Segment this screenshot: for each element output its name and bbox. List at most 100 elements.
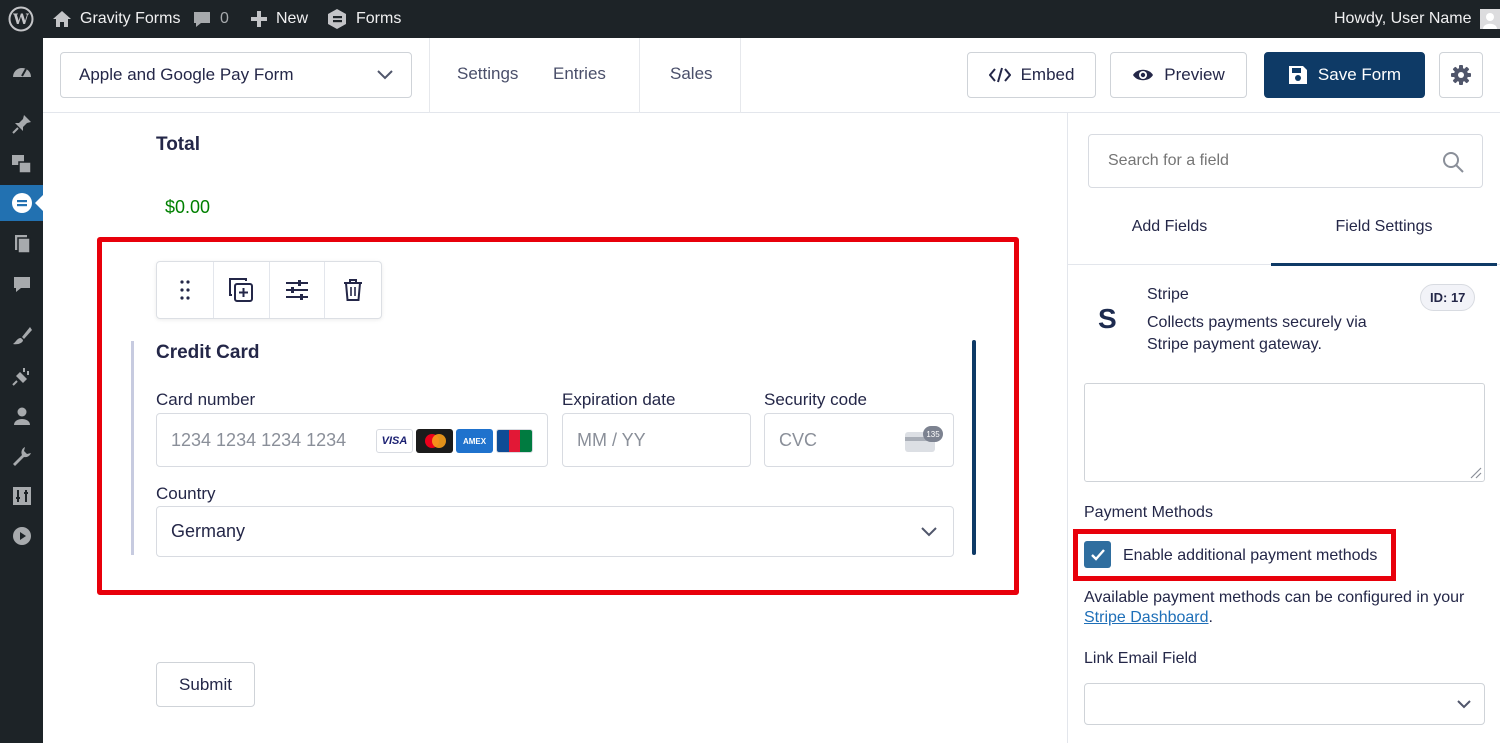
forms-link[interactable]: Forms xyxy=(326,0,401,38)
comments-count: 0 xyxy=(220,10,229,27)
menu-posts[interactable] xyxy=(0,106,43,142)
toolbar-divider xyxy=(740,38,741,113)
field-left-indicator xyxy=(131,341,134,555)
code-icon xyxy=(988,67,1011,83)
submit-button[interactable]: Submit xyxy=(156,662,255,707)
site-name: Gravity Forms xyxy=(80,10,181,27)
resize-handle-icon xyxy=(1470,467,1482,479)
forms-label: Forms xyxy=(356,10,402,27)
embed-button[interactable]: Embed xyxy=(967,52,1096,98)
field-search[interactable] xyxy=(1088,134,1483,188)
drag-handle-icon[interactable] xyxy=(157,262,214,318)
tab-add-fields[interactable]: Add Fields xyxy=(1068,218,1271,265)
card-number-placeholder: 1234 1234 1234 1234 xyxy=(171,429,347,450)
cvc-card-icon: 135 xyxy=(905,426,943,452)
trash-icon[interactable] xyxy=(325,262,381,318)
editor-settings-button[interactable] xyxy=(1439,52,1483,98)
sliders-icon xyxy=(12,487,31,505)
menu-comments[interactable] xyxy=(0,266,43,302)
menu-settings[interactable] xyxy=(0,478,43,514)
toolbar-divider xyxy=(429,38,430,113)
enable-payment-methods-checkbox[interactable] xyxy=(1084,541,1111,568)
home-icon xyxy=(53,11,71,27)
menu-media[interactable] xyxy=(0,146,43,182)
eye-icon xyxy=(1133,69,1154,81)
menu-pages[interactable] xyxy=(0,226,43,262)
expiration-label: Expiration date xyxy=(562,390,676,409)
search-input[interactable] xyxy=(1089,135,1429,187)
new-content-link[interactable]: New xyxy=(250,0,308,38)
gravity-forms-icon xyxy=(328,9,346,29)
expiration-input[interactable]: MM / YY xyxy=(562,413,751,467)
site-name-link[interactable]: Gravity Forms xyxy=(52,0,180,38)
admin-bar: W Gravity Forms 0 New Forms Howdy, User … xyxy=(0,0,1500,38)
preview-button[interactable]: Preview xyxy=(1110,52,1247,98)
help-link-row: Stripe Dashboard. xyxy=(1084,609,1213,627)
comments-link[interactable]: 0 xyxy=(192,0,229,38)
greeting: Howdy, User Name xyxy=(1334,10,1472,27)
menu-plugins[interactable] xyxy=(0,358,43,394)
editor-sidebar: Add Fields Field Settings S Stripe Colle… xyxy=(1067,113,1500,743)
save-form-button[interactable]: Save Form xyxy=(1264,52,1425,98)
jcb-logo-icon xyxy=(496,429,533,453)
account-menu[interactable]: Howdy, User Name xyxy=(1334,0,1500,38)
wordpress-logo-icon[interactable]: W xyxy=(8,0,34,38)
help-suffix: . xyxy=(1208,609,1213,626)
security-code-label: Security code xyxy=(764,390,867,409)
stripe-dashboard-link[interactable]: Stripe Dashboard xyxy=(1084,609,1209,626)
comment-icon xyxy=(194,12,210,27)
link-email-select[interactable] xyxy=(1084,683,1485,725)
enable-payment-methods-label[interactable]: Enable additional payment methods xyxy=(1123,547,1377,565)
gravity-forms-icon xyxy=(11,193,32,213)
menu-appearance[interactable] xyxy=(0,318,43,354)
preview-label: Preview xyxy=(1164,65,1225,84)
comment-icon xyxy=(13,277,30,292)
form-canvas: Total $0.00 Credit Card Card number Expi… xyxy=(43,113,1067,743)
field-actions xyxy=(156,261,382,319)
card-number-label: Card number xyxy=(156,390,256,409)
menu-forms[interactable] xyxy=(0,185,43,221)
stripe-logo-icon: S xyxy=(1098,303,1117,334)
total-value: $0.00 xyxy=(165,197,211,217)
plus-icon xyxy=(251,11,267,27)
wrench-icon xyxy=(12,447,31,466)
menu-tools[interactable] xyxy=(0,438,43,474)
dashboard-icon xyxy=(12,68,31,77)
save-icon xyxy=(1288,66,1307,84)
gear-icon xyxy=(1451,65,1471,85)
duplicate-icon[interactable] xyxy=(214,262,270,318)
menu-collapse[interactable] xyxy=(0,518,43,554)
media-icon xyxy=(11,155,32,174)
country-select[interactable]: Germany xyxy=(156,506,954,557)
visa-logo-icon: VISA xyxy=(376,429,413,453)
tab-field-settings[interactable]: Field Settings xyxy=(1271,218,1497,265)
country-label: Country xyxy=(156,484,216,503)
avatar xyxy=(1479,9,1500,29)
search-icon xyxy=(1443,152,1464,173)
payment-methods-label: Payment Methods xyxy=(1084,504,1213,521)
field-description-line2: Stripe payment gateway. xyxy=(1147,336,1322,353)
new-label: New xyxy=(276,10,309,27)
form-name: Apple and Google Pay Form xyxy=(79,65,294,84)
brush-icon xyxy=(12,327,32,345)
field-description-textarea[interactable] xyxy=(1084,383,1485,482)
menu-users[interactable] xyxy=(0,398,43,434)
field-settings-icon[interactable] xyxy=(270,262,326,318)
field-type-name: Stripe xyxy=(1147,286,1189,303)
active-tab-indicator xyxy=(1271,263,1497,266)
form-switcher[interactable]: Apple and Google Pay Form xyxy=(60,52,412,98)
country-value: Germany xyxy=(171,521,246,541)
embed-label: Embed xyxy=(1020,65,1075,84)
card-number-input[interactable]: 1234 1234 1234 1234 VISA AMEX xyxy=(156,413,548,467)
security-code-placeholder: CVC xyxy=(779,429,818,450)
field-id-badge: ID: 17 xyxy=(1420,284,1476,311)
security-code-input[interactable]: CVC 135 xyxy=(764,413,954,467)
field-description-line1: Collects payments securely via xyxy=(1147,314,1367,331)
chevron-down-icon xyxy=(1457,700,1471,709)
menu-dashboard[interactable] xyxy=(0,54,43,90)
tab-settings[interactable]: Settings xyxy=(457,64,518,84)
tab-entries[interactable]: Entries xyxy=(553,64,606,84)
tab-sales[interactable]: Sales xyxy=(670,64,713,84)
amex-logo-icon: AMEX xyxy=(456,429,493,453)
chevron-down-icon xyxy=(921,527,937,537)
